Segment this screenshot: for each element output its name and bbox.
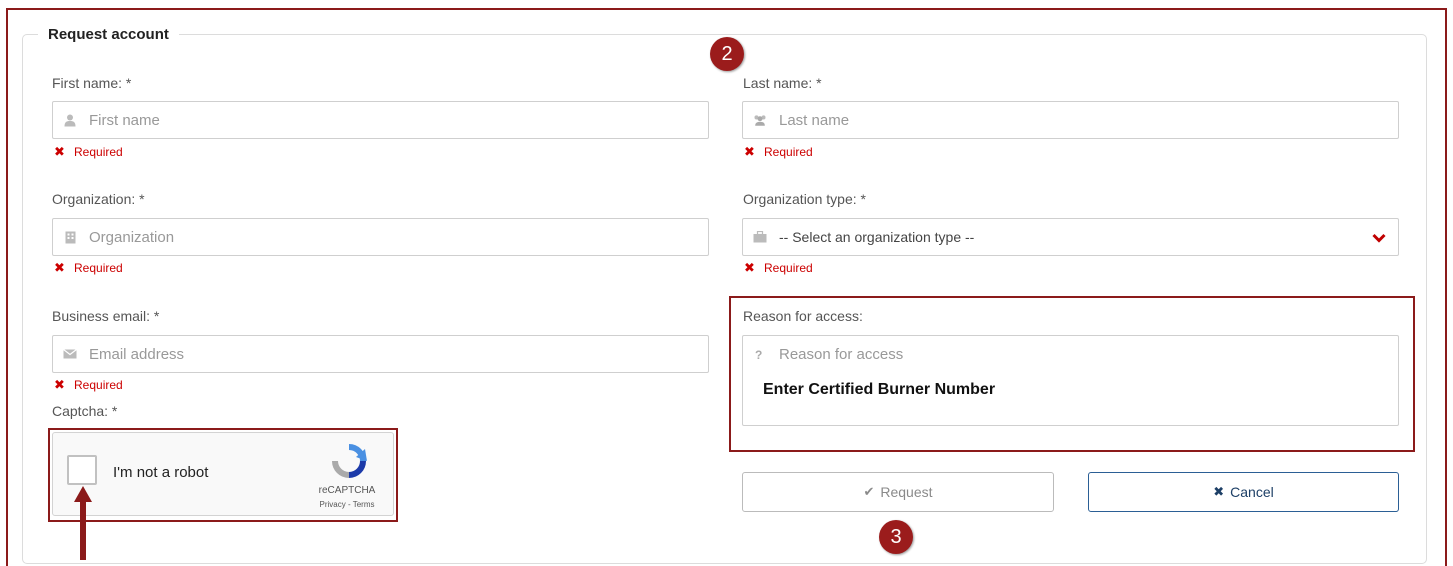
- chevron-down-icon: [1372, 230, 1386, 248]
- recaptcha-checkbox[interactable]: [67, 455, 97, 485]
- first-name-label: First name: *: [52, 75, 132, 91]
- arrow-up-icon: [74, 486, 92, 560]
- reason-placeholder: Reason for access: [779, 346, 904, 363]
- last-name-error: ✖ Required: [744, 144, 813, 160]
- x-icon: ✖: [54, 144, 65, 159]
- recaptcha-logo-icon: [329, 443, 369, 479]
- first-name-input[interactable]: First name: [52, 101, 709, 139]
- request-button[interactable]: ✔ Request: [742, 472, 1054, 512]
- recaptcha-links[interactable]: Privacy - Terms: [307, 500, 387, 509]
- last-name-error-text: Required: [764, 145, 813, 159]
- question-icon: ?: [755, 348, 763, 362]
- first-name-error-text: Required: [74, 145, 123, 159]
- business-email-error: ✖ Required: [54, 377, 123, 393]
- x-icon: ✖: [54, 260, 65, 275]
- captcha-label: Captcha: *: [52, 403, 118, 419]
- reason-instruction-text: Enter Certified Burner Number: [763, 381, 996, 398]
- organization-error-text: Required: [74, 261, 123, 275]
- business-email-error-text: Required: [74, 378, 123, 392]
- recaptcha-widget: I'm not a robot reCAPTCHA Privacy - Term…: [52, 432, 394, 516]
- x-icon: ✖: [54, 377, 65, 392]
- briefcase-icon: [753, 230, 767, 244]
- step-marker-2: 2: [710, 37, 744, 71]
- organization-type-select[interactable]: -- Select an organization type --: [742, 218, 1399, 256]
- form-legend: Request account: [38, 26, 179, 43]
- envelope-icon: [63, 347, 77, 361]
- organization-error: ✖ Required: [54, 260, 123, 276]
- reason-label: Reason for access:: [743, 308, 863, 324]
- business-email-input[interactable]: Email address: [52, 335, 709, 373]
- user-icon: [63, 113, 77, 127]
- recaptcha-brand: reCAPTCHA: [318, 485, 376, 496]
- organization-type-value: -- Select an organization type --: [779, 229, 975, 245]
- organization-type-label: Organization type: *: [743, 191, 866, 207]
- reason-textarea[interactable]: ? Reason for access Enter Certified Burn…: [742, 335, 1399, 426]
- cancel-button[interactable]: ✖ Cancel: [1088, 472, 1399, 512]
- building-icon: [63, 230, 77, 244]
- organization-label: Organization: *: [52, 191, 145, 207]
- x-icon: ✖: [744, 260, 755, 275]
- request-button-label: Request: [880, 484, 933, 500]
- organization-placeholder: Organization: [89, 228, 175, 246]
- business-email-placeholder: Email address: [89, 345, 185, 363]
- business-email-label: Business email: *: [52, 308, 160, 324]
- last-name-placeholder: Last name: [779, 111, 850, 129]
- organization-type-error-text: Required: [764, 261, 813, 275]
- users-icon: [753, 113, 767, 127]
- cancel-button-label: Cancel: [1230, 484, 1274, 500]
- x-icon: ✖: [1213, 484, 1225, 499]
- organization-input[interactable]: Organization: [52, 218, 709, 256]
- organization-type-error: ✖ Required: [744, 260, 813, 276]
- step-marker-3: 3: [879, 520, 913, 554]
- first-name-placeholder: First name: [89, 111, 160, 129]
- x-icon: ✖: [744, 144, 755, 159]
- last-name-input[interactable]: Last name: [742, 101, 1399, 139]
- check-icon: ✔: [863, 484, 875, 499]
- recaptcha-label: I'm not a robot: [113, 464, 209, 481]
- last-name-label: Last name: *: [743, 75, 822, 91]
- first-name-error: ✖ Required: [54, 144, 123, 160]
